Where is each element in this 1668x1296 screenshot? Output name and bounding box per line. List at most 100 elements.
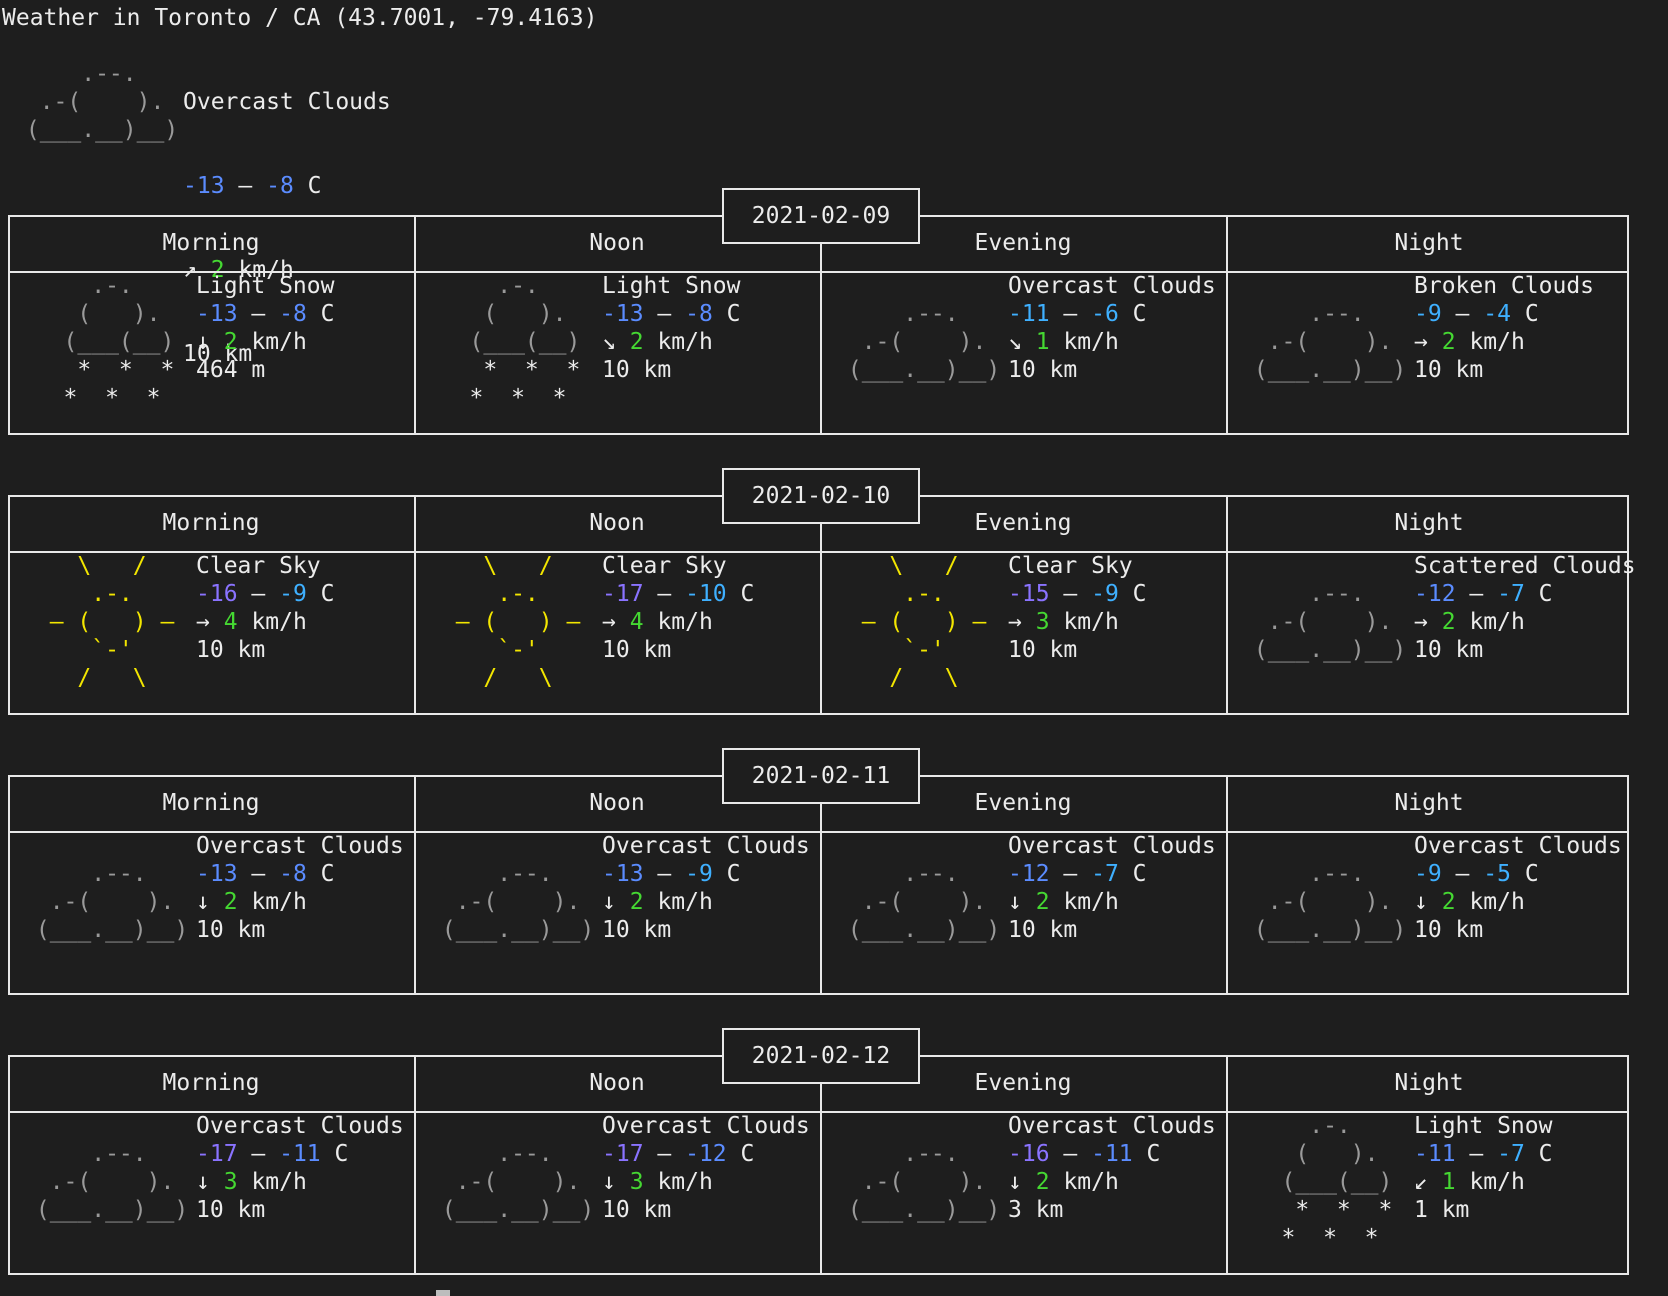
condition-label: Clear Sky (1008, 553, 1133, 579)
period-header-night: Night (1394, 790, 1464, 816)
condition-label: Light Snow (602, 273, 741, 299)
forecast-info: Overcast Clouds -16 – -11 C ↓ 2 km/h 3 km (1008, 1112, 1216, 1224)
forecast-info: Light Snow -11 – -7 C ↙ 1 km/h 1 km (1414, 1112, 1553, 1224)
wind-arrow-icon: ↘ (1008, 329, 1022, 355)
temp-high: -5 (1483, 861, 1511, 887)
wind-unit: km/h (251, 609, 307, 635)
temp-high: -7 (1091, 861, 1119, 887)
temp-low: -16 (1008, 1141, 1050, 1167)
current-condition: Overcast Clouds (183, 89, 391, 115)
wind-speed: 1 (1035, 329, 1050, 355)
temp-unit: C (1524, 861, 1539, 887)
wind-arrow-icon: ↓ (1008, 889, 1022, 915)
wind-arrow-icon: ↓ (196, 889, 210, 915)
forecast-info: Overcast Clouds -11 – -6 C ↘ 1 km/h 10 km (1008, 272, 1216, 384)
wind-arrow-icon: → (1008, 609, 1022, 635)
temperature-range: -17 – -10 C (602, 581, 755, 607)
temperature-range: -13 – -8 C (602, 301, 741, 327)
wind-speed: 2 (1441, 609, 1456, 635)
temp-high: -8 (685, 301, 713, 327)
forecast-info: Broken Clouds -9 – -4 C → 2 km/h 10 km (1414, 272, 1594, 384)
sun-icon: \ / .-. ‒ ( ) ‒ `-' / \ (428, 553, 609, 691)
wind-speed: 2 (1035, 889, 1050, 915)
cloud-icon: .--. .-( ). (___.__)__) (22, 861, 203, 943)
temp-unit: C (740, 1141, 755, 1167)
temp-high: -7 (1497, 1141, 1525, 1167)
period-header-morning: Morning (162, 790, 260, 816)
cloud-icon: .--. .-( ). (___.__)__) (22, 1141, 203, 1223)
wind-arrow-icon: ↘ (602, 329, 616, 355)
wind-speed: 2 (1035, 1169, 1050, 1195)
wind-arrow-icon: → (196, 609, 210, 635)
terminal-cursor (436, 1290, 450, 1296)
forecast-info: Overcast Clouds -17 – -12 C ↓ 3 km/h 10 km (602, 1112, 810, 1224)
wind-unit: km/h (1469, 329, 1525, 355)
visibility: 10 km (1414, 637, 1484, 663)
wind-speed: 4 (223, 609, 238, 635)
wind-speed: 1 (1441, 1169, 1456, 1195)
temperature-range: -12 – -7 C (1008, 861, 1147, 887)
temp-unit: C (1538, 1141, 1553, 1167)
forecast-info: Light Snow -13 – -8 C ↓ 2 km/h 464 m (196, 272, 335, 384)
condition-label: Overcast Clouds (196, 833, 404, 859)
condition-label: Clear Sky (602, 553, 727, 579)
wind-unit: km/h (251, 889, 307, 915)
forecast-day: 2021-02-12 Morning Noon Evening Night .--. .… (8, 1028, 1633, 1275)
temp-unit: C (1524, 301, 1539, 327)
temp-unit: C (726, 301, 741, 327)
temp-unit: C (740, 581, 755, 607)
wind: ↓ 2 km/h (1008, 1168, 1216, 1196)
condition-label: Light Snow (196, 273, 335, 299)
visibility: 10 km (602, 637, 672, 663)
wind: → 4 km/h (602, 608, 754, 636)
wind-speed: 2 (223, 889, 238, 915)
visibility: 10 km (196, 1197, 266, 1223)
temp-unit: C (334, 1141, 349, 1167)
visibility: 10 km (1414, 357, 1484, 383)
wind-speed: 3 (629, 1169, 644, 1195)
forecast-info: Clear Sky -16 – -9 C → 4 km/h 10 km (196, 552, 335, 664)
temp-high: -11 (1091, 1141, 1133, 1167)
visibility: 464 m (196, 357, 266, 383)
temp-low: -16 (196, 581, 238, 607)
wind: → 2 km/h (1414, 328, 1594, 356)
period-header-night: Night (1394, 230, 1464, 256)
wind-unit: km/h (657, 609, 713, 635)
condition-label: Clear Sky (196, 553, 321, 579)
wind-arrow-icon: ↙ (1414, 1169, 1428, 1195)
wind-speed: 2 (223, 329, 238, 355)
temperature-range: -16 – -11 C (1008, 1141, 1161, 1167)
wind: ↓ 2 km/h (1008, 888, 1216, 916)
wind-arrow-icon: → (1414, 329, 1428, 355)
temp-unit: C (1132, 861, 1147, 887)
condition-label: Overcast Clouds (1008, 273, 1216, 299)
forecast-info: Overcast Clouds -17 – -11 C ↓ 3 km/h 10 km (196, 1112, 404, 1224)
wind-unit: km/h (251, 329, 307, 355)
visibility: 10 km (1414, 917, 1484, 943)
temperature-range: -9 – -5 C (1414, 861, 1539, 887)
temp-low: -11 (1008, 301, 1050, 327)
temperature-range: -15 – -9 C (1008, 581, 1147, 607)
temp-high: -9 (1091, 581, 1119, 607)
wind-speed: 3 (223, 1169, 238, 1195)
temp-unit: C (320, 581, 335, 607)
period-header-morning: Morning (162, 510, 260, 536)
visibility: 10 km (1008, 637, 1078, 663)
forecast-cell: .--. .-( ). (___.__)__) Overcast Clouds -… (8, 832, 414, 992)
wind-unit: km/h (1063, 889, 1119, 915)
sun-icon: \ / .-. ‒ ( ) ‒ `-' / \ (22, 553, 203, 691)
temp-high: -8 (279, 861, 307, 887)
condition-label: Overcast Clouds (602, 1113, 810, 1139)
period-header-morning: Morning (162, 1070, 260, 1096)
wind-unit: km/h (1469, 1169, 1525, 1195)
date-label: 2021-02-09 (722, 188, 920, 244)
wind: → 2 km/h (1414, 608, 1636, 636)
temperature-range: -11 – -7 C (1414, 1141, 1553, 1167)
sun-icon: \ / .-. ‒ ( ) ‒ `-' / \ (834, 553, 1015, 691)
wind-speed: 3 (1035, 609, 1050, 635)
temp-low: -13 (196, 861, 238, 887)
visibility: 1 km (1414, 1197, 1470, 1223)
forecast-cell: .--. .-( ). (___.__)__) Overcast Clouds -… (8, 1112, 414, 1272)
condition-label: Overcast Clouds (602, 833, 810, 859)
wind-speed: 4 (629, 609, 644, 635)
